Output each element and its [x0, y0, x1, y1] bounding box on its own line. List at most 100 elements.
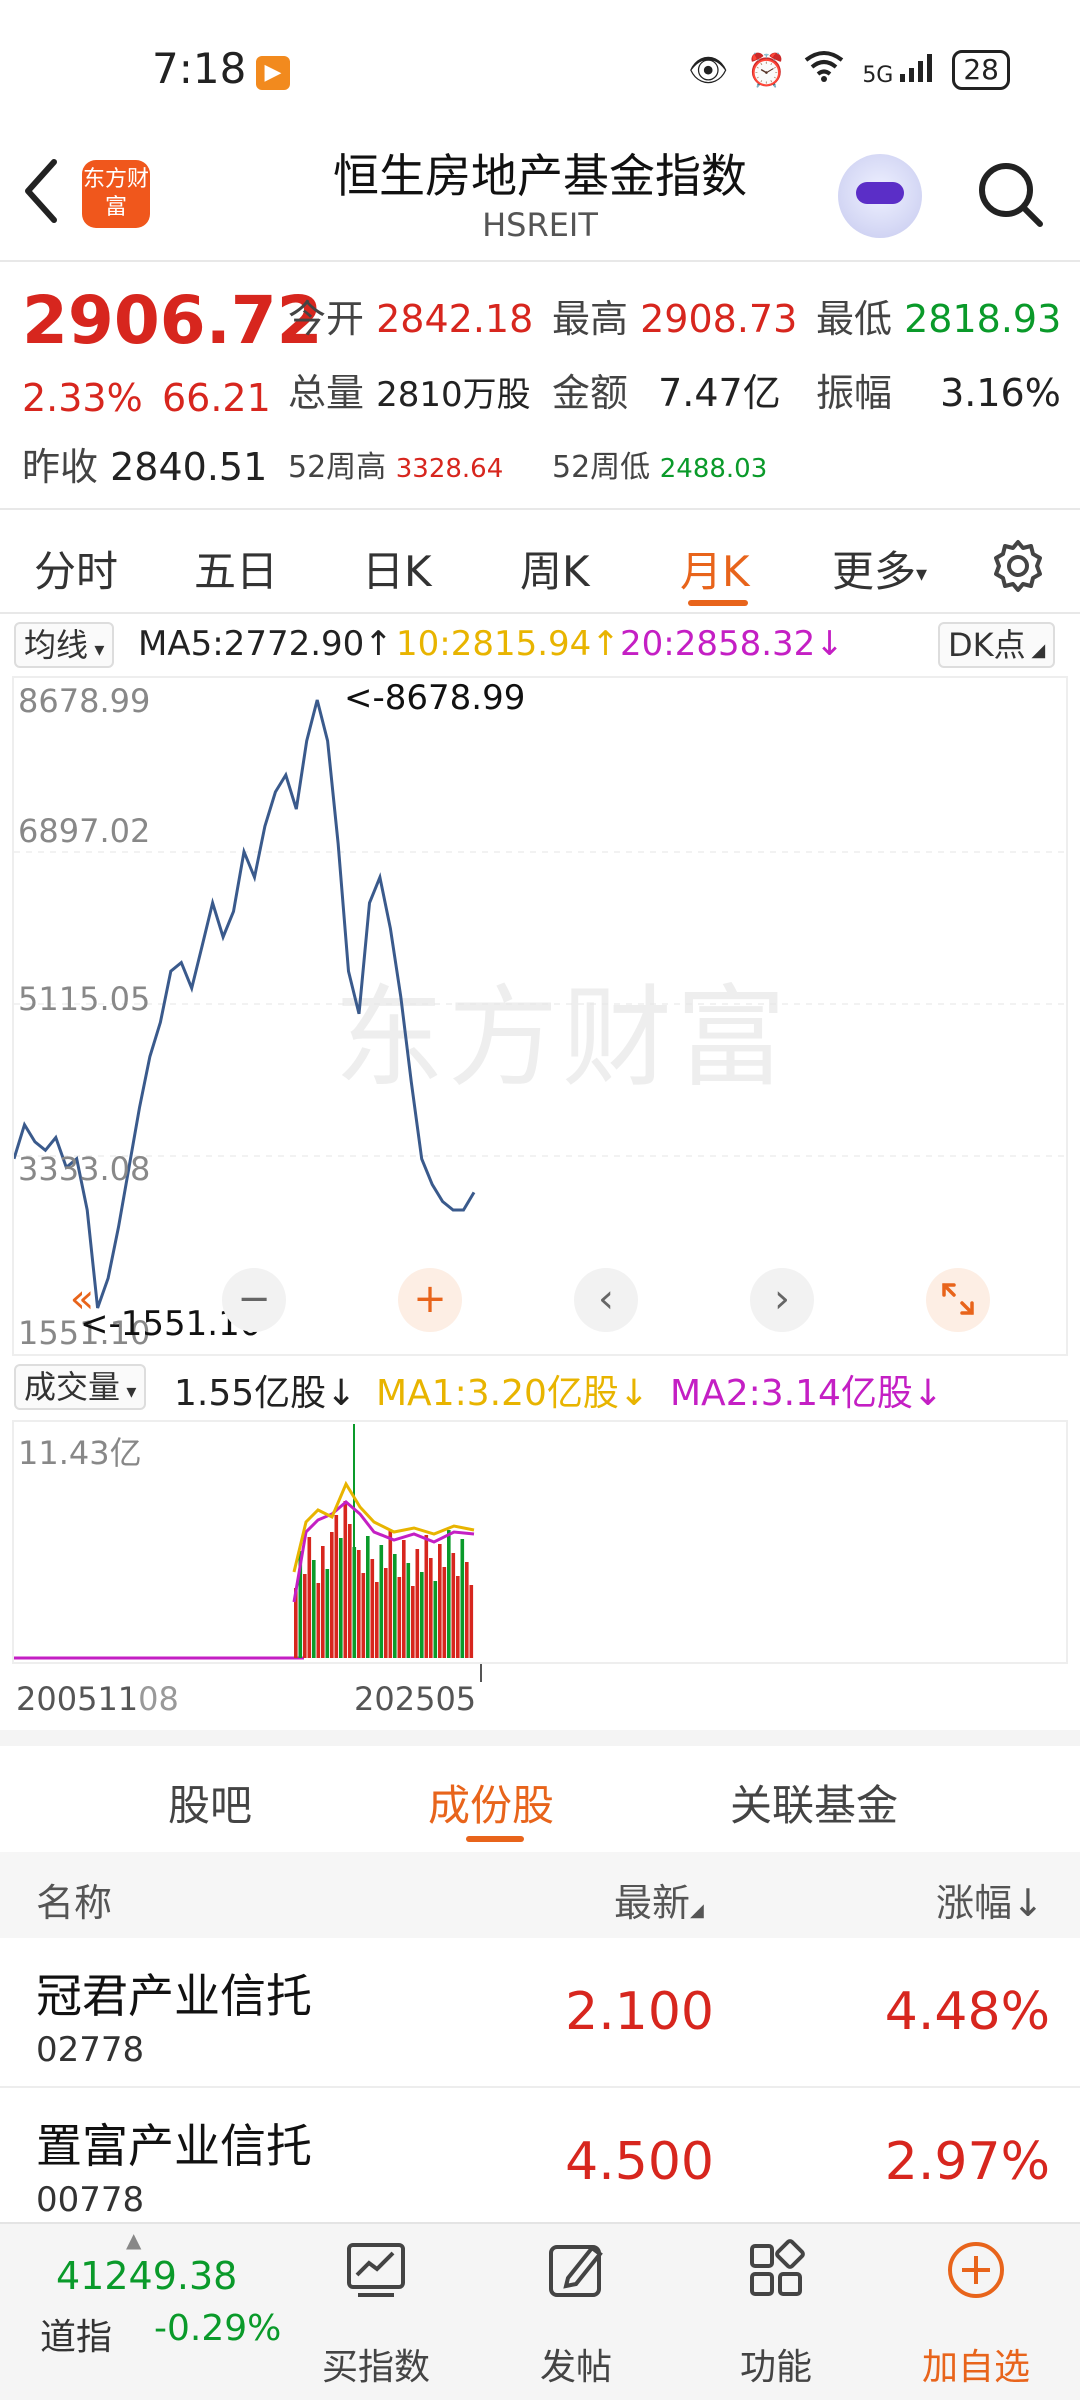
volume-value: 2810万股 [376, 375, 531, 415]
expand-icon[interactable] [926, 1268, 990, 1332]
price-chart[interactable]: 东方财富 8678.99 6897.02 5115.05 3333.08 155… [12, 676, 1068, 1356]
change-amount: 66.21 [162, 376, 271, 420]
dk-point-button[interactable]: DK点 ◢ [938, 622, 1056, 668]
signal-icon: 5G [862, 52, 934, 88]
buy-index-button[interactable]: 买指数 [296, 2238, 456, 2388]
high-label: 最高 [552, 297, 629, 341]
open-stat: 今开 2842.18 [288, 288, 533, 343]
stock-price: 2.100 [565, 1982, 714, 2042]
ma-indicator-row: 均线 ▾ MA5:2772.90↑ 10:2815.94↑ 20:2858.32… [14, 622, 1074, 670]
stock-change: 2.97% [884, 2132, 1050, 2192]
chevron-left-icon[interactable]: ‹ [574, 1268, 638, 1332]
tab-five-day[interactable]: 五日 [194, 538, 278, 599]
caret-down-icon: ▾ [916, 562, 928, 587]
w52-low-value: 2488.03 [659, 454, 768, 484]
open-label: 今开 [288, 297, 365, 341]
eye-icon: 👁 [687, 51, 729, 89]
tab-intraday[interactable]: 分时 [34, 538, 118, 599]
volume-bar [465, 1562, 469, 1658]
volume-bar [334, 1515, 339, 1658]
volume-bar [361, 1573, 366, 1658]
low-stat: 最低 2818.93 [816, 288, 1061, 343]
status-icons: 👁 ⏰ 5G 28 [688, 50, 1010, 90]
scroll-left-fast-icon[interactable]: « [50, 1268, 114, 1332]
amount-label: 金额 [552, 371, 629, 415]
high-stat: 最高 2908.73 [552, 288, 797, 343]
low-label: 最低 [816, 297, 893, 341]
volume-chart[interactable]: 11.43亿 [12, 1420, 1068, 1664]
tab-related-funds[interactable]: 关联基金 [730, 1772, 898, 1833]
chart-grid [14, 851, 1066, 1157]
prev-close-value: 2840.51 [110, 445, 268, 489]
index-name: 道指 [40, 2317, 113, 2358]
volume-bar [424, 1535, 429, 1658]
zoom-in-button[interactable]: + [398, 1268, 462, 1332]
header-divider [0, 260, 1080, 262]
col-price[interactable]: 最新◢ [614, 1872, 704, 1927]
volume-bar [316, 1583, 321, 1658]
table-row[interactable]: 冠君产业信托 02778 2.100 4.48% [0, 1938, 1080, 2088]
stock-code: 02778 [36, 2030, 145, 2070]
caret-up-icon: ▲ [126, 2228, 142, 2252]
page-header: 东方财富 恒生房地产基金指数 HSREIT [0, 130, 1080, 260]
zoom-out-button[interactable]: − [222, 1268, 286, 1332]
edit-icon [549, 2245, 603, 2297]
tab-constituents[interactable]: 成份股 [428, 1772, 554, 1833]
add-watchlist-button[interactable]: 加自选 [896, 2238, 1056, 2388]
volume-bar [438, 1544, 442, 1658]
x-start-suffix: 08 [138, 1680, 179, 1718]
table-row[interactable]: 置富产业信托 00778 4.500 2.97% [0, 2088, 1080, 2238]
volume-bar [330, 1532, 334, 1658]
volume-bar [402, 1540, 406, 1658]
functions-button[interactable]: 功能 [696, 2238, 856, 2388]
volume-bar [456, 1576, 460, 1658]
tab-forum[interactable]: 股吧 [168, 1772, 252, 1833]
volume-bar [375, 1582, 379, 1658]
alarm-icon: ⏰ [746, 51, 787, 89]
col-change[interactable]: 涨幅↓ [936, 1872, 1044, 1927]
x-end-label: 202505 [354, 1680, 477, 1718]
volume-bar [451, 1553, 456, 1658]
x-start-label: 20051108 [16, 1680, 179, 1718]
y-tick-label: 6897.02 [18, 812, 151, 850]
ma-selector[interactable]: 均线 ▾ [14, 622, 115, 668]
tab-weekly-k[interactable]: 周K [520, 538, 590, 599]
tab-monthly-k[interactable]: 月K [680, 538, 750, 599]
volume-bar [447, 1530, 451, 1658]
change-percent: 2.33% [22, 376, 143, 420]
nav-label: 买指数 [321, 2347, 430, 2388]
volume-bar [339, 1538, 343, 1658]
current-price: 2906.72 [22, 282, 323, 359]
volume-bar [307, 1537, 312, 1658]
volume-bar [460, 1539, 465, 1658]
amount-value: 7.47亿 [658, 371, 781, 415]
assistant-robot-icon[interactable] [838, 154, 922, 238]
chevron-right-icon[interactable]: › [750, 1268, 814, 1332]
search-icon[interactable] [974, 158, 1046, 230]
tab-more[interactable]: 更多▾ [832, 538, 927, 599]
grid-icon [750, 2239, 805, 2296]
post-button[interactable]: 发帖 [496, 2238, 656, 2388]
ma5-value: MA5:2772.90↑ [138, 624, 393, 664]
dk-label: DK点 [948, 626, 1026, 664]
play-store-icon: ▶ [256, 56, 290, 90]
volume-bar [469, 1585, 474, 1658]
nav-label: 功能 [739, 2347, 812, 2388]
volume-selector[interactable]: 成交量 ▾ [14, 1364, 147, 1410]
volume-ma2: MA2:3.14亿股↓ [670, 1373, 944, 1414]
wifi-icon [804, 50, 844, 90]
open-value: 2842.18 [376, 297, 534, 341]
amount-stat: 金额 7.47亿 [552, 362, 781, 417]
volume-bar [420, 1572, 424, 1658]
prev-close-label: 昨收 [22, 445, 99, 489]
volume-indicator-row: 成交量 ▾ 1.55亿股↓ MA1:3.20亿股↓ MA2:3.14亿股↓ [14, 1364, 1074, 1414]
nav-label: 加自选 [921, 2347, 1030, 2388]
volume-bar [393, 1554, 397, 1658]
nav-label: 发帖 [539, 2347, 612, 2388]
tab-daily-k[interactable]: 日K [362, 538, 432, 599]
w52-low-stat: 52周低 2488.03 [552, 442, 767, 486]
volume-ma1: MA1:3.20亿股↓ [376, 1373, 650, 1414]
ma10-value: 10:2815.94↑ [396, 624, 620, 664]
volume-bar [325, 1569, 330, 1658]
gear-icon[interactable] [990, 538, 1046, 594]
